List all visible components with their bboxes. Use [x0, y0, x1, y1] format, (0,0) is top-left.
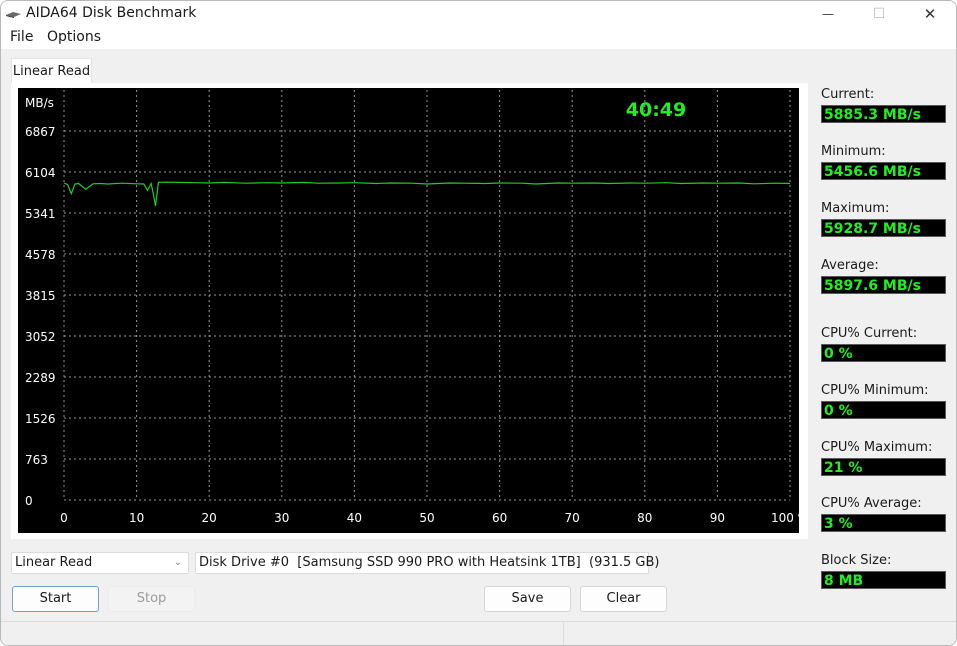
x-tick-label: 10	[129, 511, 144, 525]
maximize-icon: ☐	[872, 6, 886, 22]
stat-label: Average:	[821, 258, 879, 273]
stat-value: 21 %	[821, 458, 946, 476]
x-tick-label: 50	[419, 511, 434, 525]
clear-button[interactable]: Clear	[580, 586, 667, 612]
benchmark-chart: 0 763 1526 2289 3052 3815 4578 5341 6104 6867 0 10 2…	[18, 88, 799, 533]
y-tick-label: 3815	[25, 289, 56, 303]
chevron-down-icon: ⌄	[173, 557, 182, 568]
test-type-select[interactable]: Linear Read ⌄	[11, 552, 189, 574]
y-tick-label: 2289	[25, 371, 56, 385]
stat-label: Current:	[821, 87, 875, 102]
minimize-icon: —	[822, 7, 834, 21]
minimize-button[interactable]: —	[803, 1, 853, 27]
stat-value: 8 MB	[821, 571, 946, 589]
menu-options[interactable]: Options	[47, 29, 101, 45]
title-bar: AIDA64 Disk Benchmark — ☐ ✕	[1, 1, 956, 27]
y-tick-label: 763	[25, 453, 48, 467]
y-tick-label: 1526	[25, 412, 56, 426]
x-tick-label: 40	[347, 511, 362, 525]
stat-value: 5885.3 MB/s	[821, 105, 946, 123]
chart-svg: 0 763 1526 2289 3052 3815 4578 5341 6104 6867 0 10 2…	[25, 90, 799, 525]
x-tick-label: 20	[202, 511, 217, 525]
app-window: AIDA64 Disk Benchmark — ☐ ✕ File Options…	[0, 0, 957, 646]
y-tick-label: 0	[25, 494, 33, 508]
stat-value: 5928.7 MB/s	[821, 219, 946, 237]
stat-label: Maximum:	[821, 201, 890, 216]
menu-bar: File Options	[1, 27, 956, 49]
start-button[interactable]: Start	[12, 586, 99, 612]
stat-label: CPU% Current:	[821, 326, 918, 341]
status-bar	[1, 621, 956, 645]
drive-value: Disk Drive #0 [Samsung SSD 990 PRO with …	[199, 555, 660, 570]
disk-icon	[6, 12, 21, 18]
x-tick-label: 100 %	[771, 511, 799, 525]
chevron-down-icon: ⌄	[633, 557, 642, 568]
y-tick-label: 3052	[25, 330, 56, 344]
stat-value: 0 %	[821, 344, 946, 362]
x-tick-label: 60	[492, 511, 507, 525]
x-tick-label: 80	[637, 511, 652, 525]
status-divider	[563, 622, 564, 645]
x-tick-label: 70	[565, 511, 580, 525]
elapsed-time: 40:49	[626, 99, 686, 121]
stat-value: 0 %	[821, 401, 946, 419]
stat-value: 3 %	[821, 514, 946, 532]
stat-value: 5897.6 MB/s	[821, 276, 946, 294]
drive-select[interactable]: Disk Drive #0 [Samsung SSD 990 PRO with …	[195, 552, 659, 574]
stat-label: CPU% Minimum:	[821, 383, 929, 398]
stat-value: 5456.6 MB/s	[821, 162, 946, 180]
maximize-button[interactable]: ☐	[854, 1, 904, 27]
close-button[interactable]: ✕	[905, 1, 955, 27]
test-type-value: Linear Read	[15, 555, 93, 570]
window-title: AIDA64 Disk Benchmark	[26, 5, 197, 21]
y-tick-label: 6104	[25, 166, 56, 180]
stat-label: CPU% Maximum:	[821, 440, 933, 455]
x-tick-label: 0	[60, 511, 68, 525]
close-icon: ✕	[923, 5, 937, 23]
menu-file[interactable]: File	[10, 29, 33, 45]
save-button[interactable]: Save	[484, 586, 571, 612]
y-tick-label: 5341	[25, 207, 56, 221]
stop-button[interactable]: Stop	[108, 586, 195, 612]
tab-linear-read[interactable]: Linear Read	[11, 58, 92, 84]
stat-label: Minimum:	[821, 144, 886, 159]
y-axis-label: MB/s	[25, 96, 54, 110]
x-tick-label: 30	[274, 511, 289, 525]
stat-label: CPU% Average:	[821, 496, 922, 511]
y-tick-label: 6867	[25, 125, 56, 139]
x-tick-label: 90	[710, 511, 725, 525]
stat-label: Block Size:	[821, 553, 892, 568]
y-tick-label: 4578	[25, 248, 56, 262]
